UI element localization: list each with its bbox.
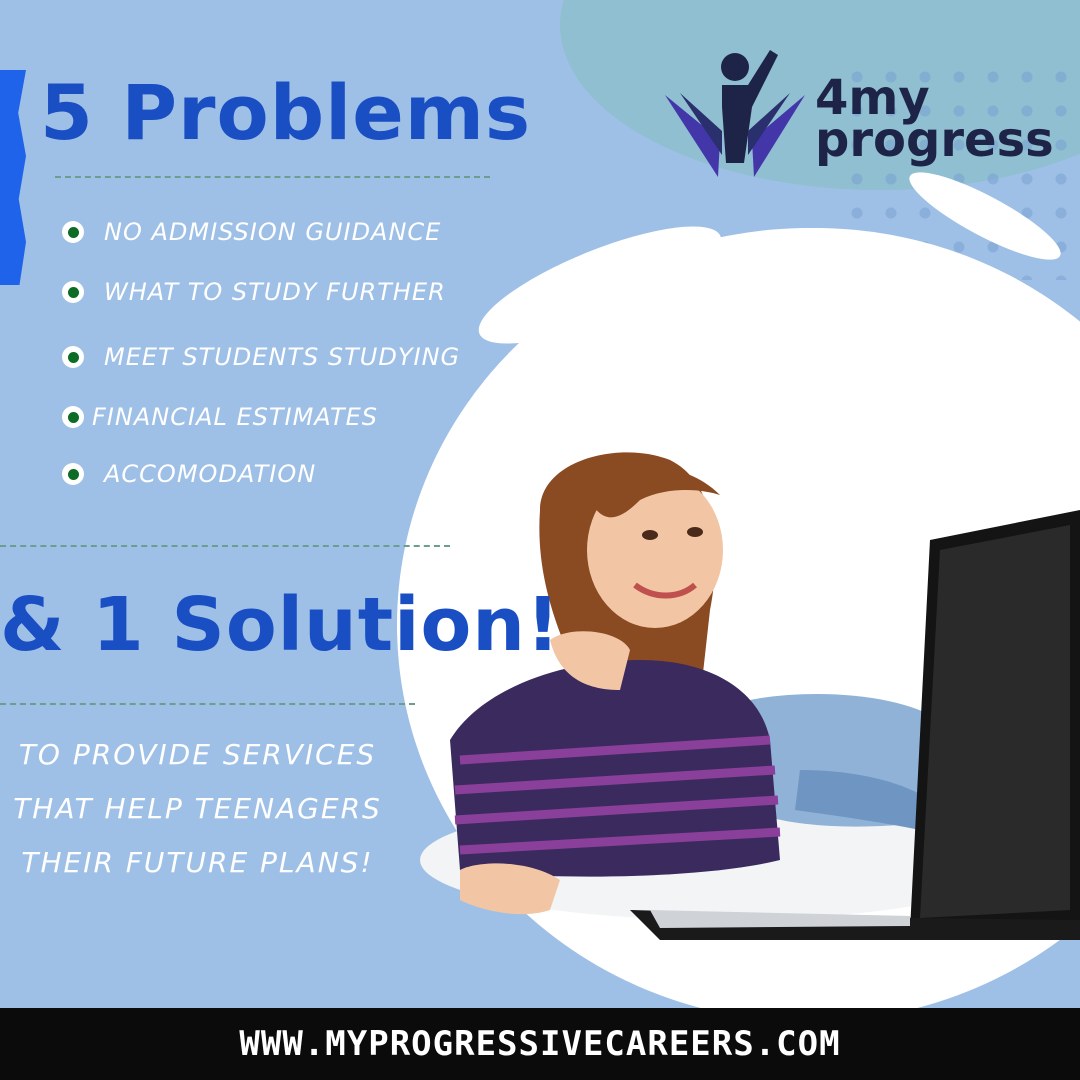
mission-line: THEIR FUTURE PLANS! bbox=[21, 846, 374, 879]
divider bbox=[55, 176, 490, 178]
divider bbox=[0, 545, 450, 547]
student-laptop-illustration bbox=[420, 452, 1080, 940]
footer-bar: WWW.MYPROGRESSIVECAREERS.COM bbox=[0, 1008, 1080, 1080]
logo-wordmark: 4my progress bbox=[815, 74, 1054, 168]
bullet-dot-icon bbox=[62, 463, 84, 485]
mission-statement: TO PROVIDE SERVICES THAT HELP TEENAGERS … bbox=[0, 728, 395, 890]
bullet-dot-icon bbox=[62, 281, 84, 303]
problem-label: MEET STUDENTS STUDYING bbox=[104, 343, 461, 371]
logo-line-2: progress bbox=[815, 112, 1054, 168]
problem-label: FINANCIAL ESTIMATES bbox=[92, 403, 379, 431]
problem-label: WHAT TO STUDY FURTHER bbox=[104, 278, 446, 306]
mission-line: THAT HELP TEENAGERS bbox=[13, 792, 382, 825]
bullet-dot-icon bbox=[62, 346, 84, 368]
problem-label: NO ADMISSION GUIDANCE bbox=[104, 218, 442, 246]
poster: 5 Problems NO ADMISSION GUIDANCE WHAT TO… bbox=[0, 0, 1080, 1080]
headline: 5 Problems bbox=[40, 68, 532, 157]
problem-label: ACCOMODATION bbox=[104, 460, 317, 488]
list-item: ACCOMODATION bbox=[62, 460, 316, 488]
brand-logo: 4my progress bbox=[660, 45, 1060, 185]
website-url[interactable]: WWW.MYPROGRESSIVECAREERS.COM bbox=[239, 1024, 840, 1064]
list-item: WHAT TO STUDY FURTHER bbox=[62, 278, 446, 306]
list-item: MEET STUDENTS STUDYING bbox=[62, 343, 460, 371]
divider bbox=[0, 703, 415, 705]
bullet-dot-icon bbox=[62, 406, 84, 428]
accent-flag bbox=[0, 70, 26, 285]
mission-line: TO PROVIDE SERVICES bbox=[18, 738, 377, 771]
list-item: NO ADMISSION GUIDANCE bbox=[62, 218, 441, 246]
bullet-dot-icon bbox=[62, 221, 84, 243]
list-item: FINANCIAL ESTIMATES bbox=[62, 403, 378, 431]
logo-figure-icon bbox=[665, 50, 805, 177]
solution-heading: & 1 Solution! bbox=[0, 582, 561, 668]
